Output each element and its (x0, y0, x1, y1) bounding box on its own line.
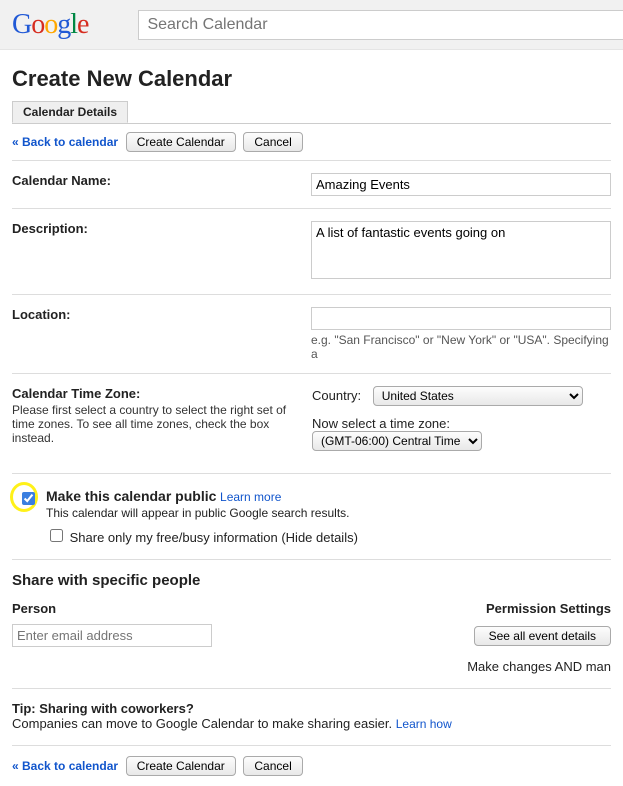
permission-note: Make changes AND man (12, 659, 611, 674)
back-to-calendar-link-bottom[interactable]: « Back to calendar (12, 759, 118, 773)
freebusy-checkbox[interactable] (50, 529, 63, 542)
tip-body: Companies can move to Google Calendar to… (12, 716, 396, 731)
description-label: Description: (12, 221, 311, 282)
make-public-sub: This calendar will appear in public Goog… (46, 506, 611, 520)
create-calendar-button-bottom[interactable]: Create Calendar (126, 756, 236, 776)
country-select[interactable]: United States (373, 386, 583, 406)
learn-more-link[interactable]: Learn more (220, 490, 281, 504)
cancel-button-bottom[interactable]: Cancel (243, 756, 302, 776)
search-input[interactable] (138, 10, 623, 40)
location-hint: e.g. "San Francisco" or "New York" or "U… (311, 333, 611, 361)
timezone-select[interactable]: (GMT-06:00) Central Time (312, 431, 482, 451)
calendar-name-label: Calendar Name: (12, 173, 311, 196)
create-calendar-button[interactable]: Create Calendar (126, 132, 236, 152)
location-label: Location: (12, 307, 311, 361)
learn-how-link[interactable]: Learn how (396, 717, 452, 731)
timezone-sublabel: Please first select a country to select … (12, 403, 312, 445)
permission-select[interactable]: See all event details (474, 626, 611, 646)
tab-calendar-details[interactable]: Calendar Details (12, 101, 128, 123)
freebusy-label: Share only my free/busy information (Hid… (70, 530, 358, 545)
share-col-perm: Permission Settings (486, 601, 611, 616)
calendar-name-input[interactable] (311, 173, 611, 196)
page-title: Create New Calendar (12, 66, 611, 92)
make-public-checkbox[interactable] (22, 492, 35, 505)
back-to-calendar-link[interactable]: « Back to calendar (12, 135, 118, 149)
cancel-button[interactable]: Cancel (243, 132, 302, 152)
timezone-label: Calendar Time Zone: (12, 386, 140, 401)
location-input[interactable] (311, 307, 611, 330)
description-input[interactable]: A list of fantastic events going on (311, 221, 611, 279)
share-email-input[interactable] (12, 624, 212, 647)
share-col-person: Person (12, 601, 486, 616)
google-logo: Google (12, 9, 88, 41)
country-label: Country: (312, 388, 361, 403)
share-title: Share with specific people (12, 572, 611, 589)
make-public-title: Make this calendar public (46, 488, 216, 504)
timezone-select-label: Now select a time zone: (312, 416, 450, 431)
